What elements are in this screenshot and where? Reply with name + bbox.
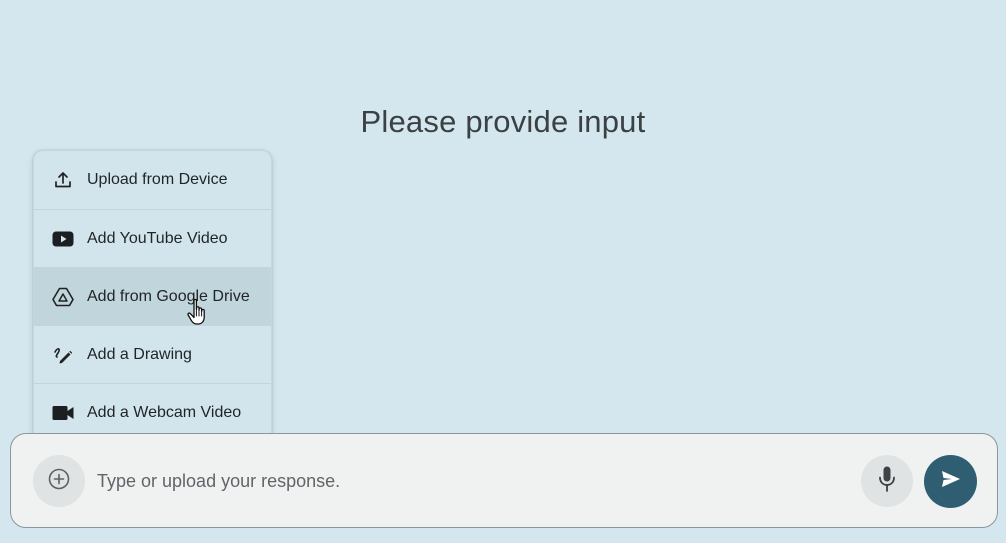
- menu-item-add-youtube-video[interactable]: Add YouTube Video: [34, 209, 271, 267]
- menu-item-add-from-google-drive[interactable]: Add from Google Drive: [34, 267, 271, 325]
- response-input[interactable]: [97, 464, 837, 498]
- send-icon: [940, 469, 962, 494]
- drawing-icon: [51, 343, 75, 367]
- menu-item-label: Add a Webcam Video: [87, 403, 242, 421]
- add-circle-icon: [47, 467, 71, 496]
- send-button[interactable]: [924, 455, 977, 508]
- add-attachment-button[interactable]: [33, 455, 85, 507]
- microphone-button[interactable]: [861, 455, 913, 507]
- upload-icon: [51, 168, 75, 192]
- menu-item-add-a-drawing[interactable]: Add a Drawing: [34, 325, 271, 383]
- webcam-icon: [51, 401, 75, 425]
- upload-menu: Upload from Device Add YouTube Video Add…: [33, 150, 272, 444]
- google-drive-icon: [51, 285, 75, 309]
- youtube-icon: [51, 227, 75, 251]
- menu-item-label: Add YouTube Video: [87, 229, 228, 247]
- menu-item-upload-from-device[interactable]: Upload from Device: [34, 151, 271, 209]
- microphone-icon: [878, 465, 896, 498]
- response-input-bar: [10, 433, 998, 528]
- page-title: Please provide input: [360, 104, 646, 139]
- menu-item-label: Add a Drawing: [87, 345, 192, 363]
- menu-item-label: Add from Google Drive: [87, 287, 250, 305]
- menu-item-label: Upload from Device: [87, 171, 228, 188]
